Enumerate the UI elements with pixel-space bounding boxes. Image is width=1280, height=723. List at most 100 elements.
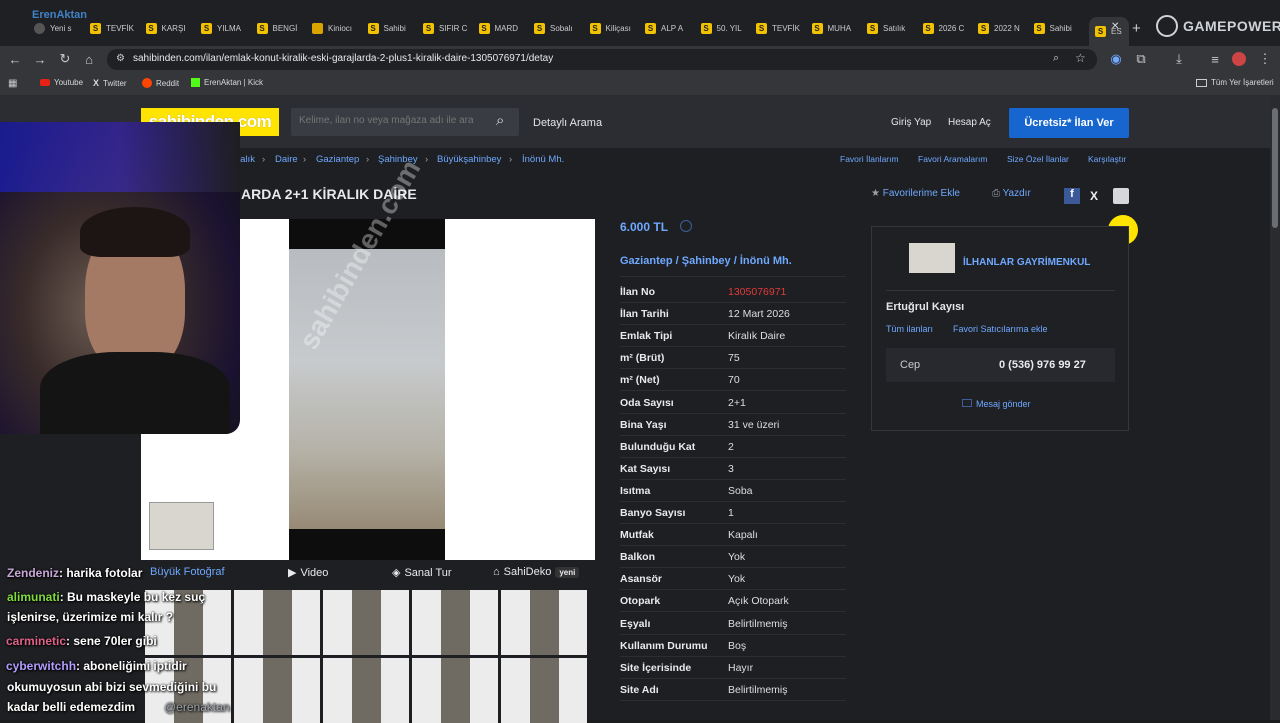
scrollbar-thumb[interactable] [1272,108,1278,228]
thumbnail-image [352,658,381,723]
browser-tab[interactable]: S ES [1089,17,1129,46]
back-icon[interactable]: ← [6,50,24,68]
profile-avatar[interactable] [1232,52,1246,66]
send-message-button[interactable]: Mesaj gönder [962,399,1031,409]
all-bookmarks[interactable]: Tüm Yer İşaretleri [1196,78,1274,87]
url-field[interactable]: ⚙ sahibinden.com/ilan/emlak-konut-kirali… [107,49,1097,70]
bookmark-twitter[interactable]: X Twitter [93,78,127,88]
thumbnail[interactable] [412,658,498,723]
browser-tab[interactable]: S SIFIR C [423,17,469,39]
bookmark-youtube[interactable]: Youtube [40,78,83,87]
browser-tab[interactable]: S Sahibi [367,17,414,39]
location-district[interactable]: Şahinbey [682,255,731,267]
search-input[interactable] [299,115,489,126]
phone-row: Cep 0 (536) 976 99 27 [886,348,1115,382]
detailed-search-link[interactable]: Detaylı Arama [533,117,602,129]
cast-icon[interactable]: ◉ [1107,50,1125,68]
thumbnail[interactable] [323,658,409,723]
search-icon[interactable]: ⌕ [496,112,504,129]
browser-tab[interactable]: S TEVFİK [90,17,136,39]
favorite-searches-link[interactable]: Favori Aramalarım [918,154,987,164]
browser-tab[interactable]: S 2026 C [922,17,969,39]
big-photo-tab[interactable]: Büyük Fotoğraf [150,566,225,578]
breadcrumb-sep: › [425,154,429,165]
thumbnail[interactable] [323,590,409,655]
browser-tab[interactable]: S 2022 N [978,17,1024,39]
site-info-icon[interactable]: ⚙ [116,53,125,64]
special-listings-link[interactable]: Size Özel İlanlar [1007,154,1069,164]
favorite-listings-link[interactable]: Favori İlanlarım [840,154,899,164]
detail-key: İlan No [620,286,656,298]
detail-row: m² (Brüt) 75 [620,347,846,370]
x-share-icon[interactable]: X [1090,189,1098,203]
detail-key: Emlak Tipi [620,330,673,343]
browser-tab[interactable]: S BENGİ [256,17,303,39]
download-icon[interactable]: ⤓ [1170,50,1188,68]
email-share-icon[interactable] [1113,188,1129,204]
new-tab-icon[interactable]: + [1132,20,1141,37]
phone-number[interactable]: 0 (536) 976 99 27 [999,359,1086,371]
browser-tab[interactable]: S 50. YIL [700,17,747,39]
new-badge: yeni [555,566,580,578]
detail-key: m² (Net) [620,374,660,387]
zoom-icon[interactable]: ⌕ [1053,52,1059,65]
all-listings-link[interactable]: Tüm ilanları [886,324,933,334]
scrollbar[interactable] [1270,96,1280,720]
media-icon[interactable]: ≡ [1206,50,1224,68]
company-logo[interactable] [909,243,955,273]
thumbnail[interactable] [412,590,498,655]
sahideko-tab[interactable]: ⌂ SahiDeko yeni [493,566,580,578]
virtual-tour-tab[interactable]: ◈ Sanal Tur [392,566,452,580]
register-link[interactable]: Hesap Aç [948,117,991,128]
forward-icon[interactable]: → [31,50,49,68]
thumbnail[interactable] [234,658,320,723]
thumbnail[interactable] [234,590,320,655]
breadcrumb-item[interactable]: İnönü Mh. [522,154,564,165]
browser-tab[interactable]: S Kiliçası [589,17,636,39]
menu-icon[interactable]: ⋮ [1256,50,1274,68]
facebook-share-icon[interactable]: f [1064,188,1080,204]
browser-tab[interactable]: S Sobalı [534,17,580,39]
extensions-icon[interactable]: ⧉ [1132,50,1150,68]
thumbnail[interactable] [501,590,587,655]
breadcrumb-item[interactable]: Gaziantep [316,154,359,165]
detail-value: 75 [728,352,740,365]
close-tab-icon[interactable]: ✕ [1111,21,1119,32]
login-link[interactable]: Giriş Yap [891,117,931,128]
post-ad-button[interactable]: Ücretsiz* İlan Ver [1009,108,1129,138]
company-name[interactable]: İLHANLAR GAYRİMENKUL [963,257,1090,268]
browser-tab[interactable]: S Satılık [867,17,913,39]
tab-label: Sahibi [1049,23,1072,33]
browser-tab[interactable]: S TEVFİK [756,17,802,39]
breadcrumb-item[interactable]: Daire [275,154,298,165]
add-favorite-button[interactable]: ★ Favorilerime Ekle [871,188,960,199]
detail-value: 2 [728,440,734,453]
favorite-seller-link[interactable]: Favori Satıcılarıma ekle [953,324,1048,334]
browser-tab[interactable]: S Sahibi [1033,17,1080,39]
browser-tab[interactable]: S MARD [478,17,525,39]
divider [886,290,1115,291]
compare-link[interactable]: Karşılaştır [1088,154,1126,164]
detail-key: Site İçerisinde [620,661,692,674]
bookmark-kick[interactable]: ErenAktan | Kick [191,78,263,87]
browser-tab[interactable]: S KARŞI [145,17,192,39]
bookmark-reddit[interactable]: Reddit [142,78,179,88]
browser-tab[interactable]: Kiniocı [312,17,358,39]
browser-tab[interactable]: S MUHA [811,17,858,39]
reload-icon[interactable]: ↻ [56,50,74,68]
location-city[interactable]: Gaziantep [620,255,673,267]
location-neighborhood[interactable]: İnönü Mh. [740,255,792,267]
bookmark-star-icon[interactable]: ☆ [1075,51,1086,65]
print-button[interactable]: ⎙ Yazdır [992,188,1031,199]
search-box[interactable]: ⌕ [291,108,519,136]
apps-icon[interactable]: ▦ [8,78,17,89]
breadcrumb-item[interactable]: Büyükşahinbey [437,154,501,165]
price-info-icon[interactable] [680,220,692,232]
video-tab[interactable]: ▶ Video [288,566,328,580]
browser-tab[interactable]: S YILMA [201,17,247,39]
browser-tab[interactable]: S ALP A [645,17,691,39]
home-icon[interactable]: ⌂ [80,50,98,68]
tab-label: MARD [494,23,519,33]
streamer-webcam [0,122,240,434]
thumbnail[interactable] [501,658,587,723]
